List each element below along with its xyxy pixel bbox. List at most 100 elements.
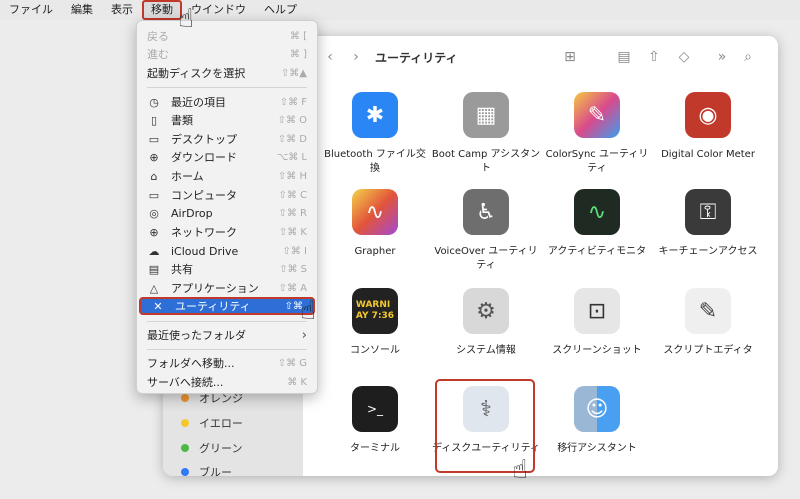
app-bluetooth[interactable]: ✱ Bluetooth ファイル交換	[320, 92, 430, 176]
menu-separator	[147, 321, 307, 322]
system-information-icon: ⚙	[463, 288, 509, 334]
color-meter-icon: ◉	[685, 92, 731, 138]
app-label: スクリーンショット	[552, 345, 642, 356]
network-icon: ⊕	[149, 225, 159, 239]
menu-help[interactable]: ヘルプ	[255, 0, 306, 20]
app-bootcamp[interactable]: ▦ Boot Camp アシスタント	[431, 92, 541, 176]
script-editor-icon: ✎	[685, 288, 731, 334]
app-migration-assistant[interactable]: ☺ 移行アシスタント	[542, 386, 652, 456]
tag-label: ブルー	[199, 466, 232, 476]
share-icon[interactable]: ⇧	[641, 45, 667, 69]
window-title: ユーティリティ	[375, 50, 458, 65]
bootcamp-icon: ▦	[463, 92, 509, 138]
menu-view[interactable]: 表示	[102, 0, 142, 20]
tools-icon: ✕	[153, 299, 163, 313]
group-icon[interactable]: ▤	[611, 45, 637, 69]
app-label: VoiceOver ユーティリティ	[434, 246, 538, 271]
chevron-right-icon: ›	[301, 327, 307, 343]
computer-icon: ▭	[148, 188, 160, 202]
menu-item-network[interactable]: ⊕ ネットワーク ⇧⌘ K	[137, 223, 317, 241]
terminal-icon: >_	[352, 386, 398, 432]
menu-item-back[interactable]: 戻る ⌘ [	[137, 27, 317, 45]
sidebar-tag-blue[interactable]: ブルー	[181, 464, 232, 476]
menu-item-go-to-folder[interactable]: フォルダへ移動... ⇧⌘ G	[137, 354, 317, 372]
tag-dot-icon	[181, 394, 189, 402]
sidebar-tag-yellow[interactable]: イエロー	[181, 415, 243, 431]
app-terminal[interactable]: >_ ターミナル	[320, 386, 430, 456]
sidebar-tag-green[interactable]: グリーン	[181, 440, 242, 456]
activity-monitor-icon: ∿	[574, 189, 620, 235]
app-label: キーチェーンアクセス	[658, 246, 758, 257]
download-icon: ⊕	[149, 150, 159, 164]
tag-dot-icon	[181, 419, 189, 427]
colorsync-icon: ✎	[574, 92, 620, 138]
tag-icon[interactable]: ◇	[671, 45, 697, 69]
app-label: Bluetooth ファイル交換	[324, 149, 426, 174]
app-label: スクリプトエディタ	[663, 345, 753, 356]
tag-dot-icon	[181, 444, 189, 452]
app-script-editor[interactable]: ✎ スクリプトエディタ	[653, 288, 763, 358]
menu-file[interactable]: ファイル	[0, 0, 62, 20]
menu-item-computer[interactable]: ▭ コンピュータ ⇧⌘ C	[137, 186, 317, 204]
menu-item-home[interactable]: ⌂ ホーム ⇧⌘ H	[137, 167, 317, 185]
airdrop-icon: ◎	[149, 206, 159, 220]
app-label: アクティビティモニタ	[547, 246, 647, 257]
menu-separator	[147, 349, 307, 350]
back-icon[interactable]: ‹	[317, 45, 343, 69]
view-grid-icon[interactable]: ⊞	[557, 45, 583, 69]
go-menu: 戻る ⌘ [ 進む ⌘ ] 起動ディスクを選択 ⇧⌘▲ ◷ 最近の項目 ⇧⌘ F ▯ 書類 ⇧…	[136, 20, 318, 394]
menu-item-applications[interactable]: △ アプリケーション ⇧⌘ A	[137, 279, 317, 297]
grapher-icon: ∿	[352, 189, 398, 235]
console-icon: WARNI AY 7:36	[352, 288, 398, 334]
app-voiceover[interactable]: ♿ VoiceOver ユーティリティ	[431, 189, 541, 273]
menu-item-recent-folders[interactable]: 最近使ったフォルダ ›	[137, 326, 317, 344]
app-label: 移行アシスタント	[557, 443, 637, 454]
app-label: ColorSync ユーティリティ	[545, 149, 649, 174]
menu-item-desktop[interactable]: ▭ デスクトップ ⇧⌘ D	[137, 130, 317, 148]
migration-assistant-icon: ☺	[574, 386, 620, 432]
app-grapher[interactable]: ∿ Grapher	[320, 189, 430, 259]
app-label: コンソール	[350, 345, 400, 356]
desktop-icon: ▭	[148, 132, 160, 146]
pointer-hand-icon: ☝	[300, 296, 316, 326]
app-label: Grapher	[354, 246, 396, 257]
screenshot-icon: ⊡	[574, 288, 620, 334]
cloud-icon: ☁	[148, 244, 160, 258]
menu-edit[interactable]: 編集	[62, 0, 102, 20]
tag-label: グリーン	[199, 442, 243, 455]
document-icon: ▯	[150, 113, 158, 127]
shared-folder-icon: ▤	[148, 262, 160, 276]
pointer-hand-icon: ☝	[178, 4, 194, 34]
menu-item-forward[interactable]: 進む ⌘ ]	[137, 45, 317, 63]
tag-label: イエロー	[199, 417, 243, 430]
keychain-icon: ⚿	[685, 189, 731, 235]
pointer-hand-icon: ☝	[512, 455, 528, 485]
app-console[interactable]: WARNI AY 7:36 コンソール	[320, 288, 430, 358]
menu-item-documents[interactable]: ▯ 書類 ⇧⌘ O	[137, 111, 317, 129]
menu-item-utilities[interactable]: ✕ ユーティリティ ⇧⌘	[139, 297, 315, 315]
app-digital-color-meter[interactable]: ◉ Digital Color Meter	[653, 92, 763, 162]
menu-go[interactable]: 移動	[142, 0, 182, 20]
menu-item-shared[interactable]: ▤ 共有 ⇧⌘ S	[137, 260, 317, 278]
search-icon[interactable]: ⌕	[735, 45, 761, 69]
home-icon: ⌂	[150, 169, 158, 183]
tag-dot-icon	[181, 468, 189, 476]
menu-item-airdrop[interactable]: ◎ AirDrop ⇧⌘ R	[137, 204, 317, 222]
app-label: ターミナル	[350, 443, 400, 454]
app-label: Digital Color Meter	[661, 149, 755, 160]
more-icon[interactable]: »	[709, 45, 735, 69]
bluetooth-icon: ✱	[352, 92, 398, 138]
menu-item-downloads[interactable]: ⊕ ダウンロード ⌥⌘ L	[137, 148, 317, 166]
menu-item-recents[interactable]: ◷ 最近の項目 ⇧⌘ F	[137, 93, 317, 111]
forward-icon[interactable]: ›	[343, 45, 369, 69]
menu-item-icloud[interactable]: ☁ iCloud Drive ⇧⌘ I	[137, 242, 317, 260]
app-system-information[interactable]: ⚙ システム情報	[431, 288, 541, 358]
menu-item-connect-server[interactable]: サーバへ接続... ⌘ K	[137, 373, 317, 391]
voiceover-icon: ♿	[463, 189, 509, 235]
app-colorsync[interactable]: ✎ ColorSync ユーティリティ	[542, 92, 652, 176]
app-activity-monitor[interactable]: ∿ アクティビティモニタ	[542, 189, 652, 259]
app-screenshot[interactable]: ⊡ スクリーンショット	[542, 288, 652, 358]
applications-icon: △	[149, 281, 159, 295]
menu-item-startup-disk[interactable]: 起動ディスクを選択 ⇧⌘▲	[137, 64, 317, 82]
app-keychain[interactable]: ⚿ キーチェーンアクセス	[653, 189, 763, 259]
